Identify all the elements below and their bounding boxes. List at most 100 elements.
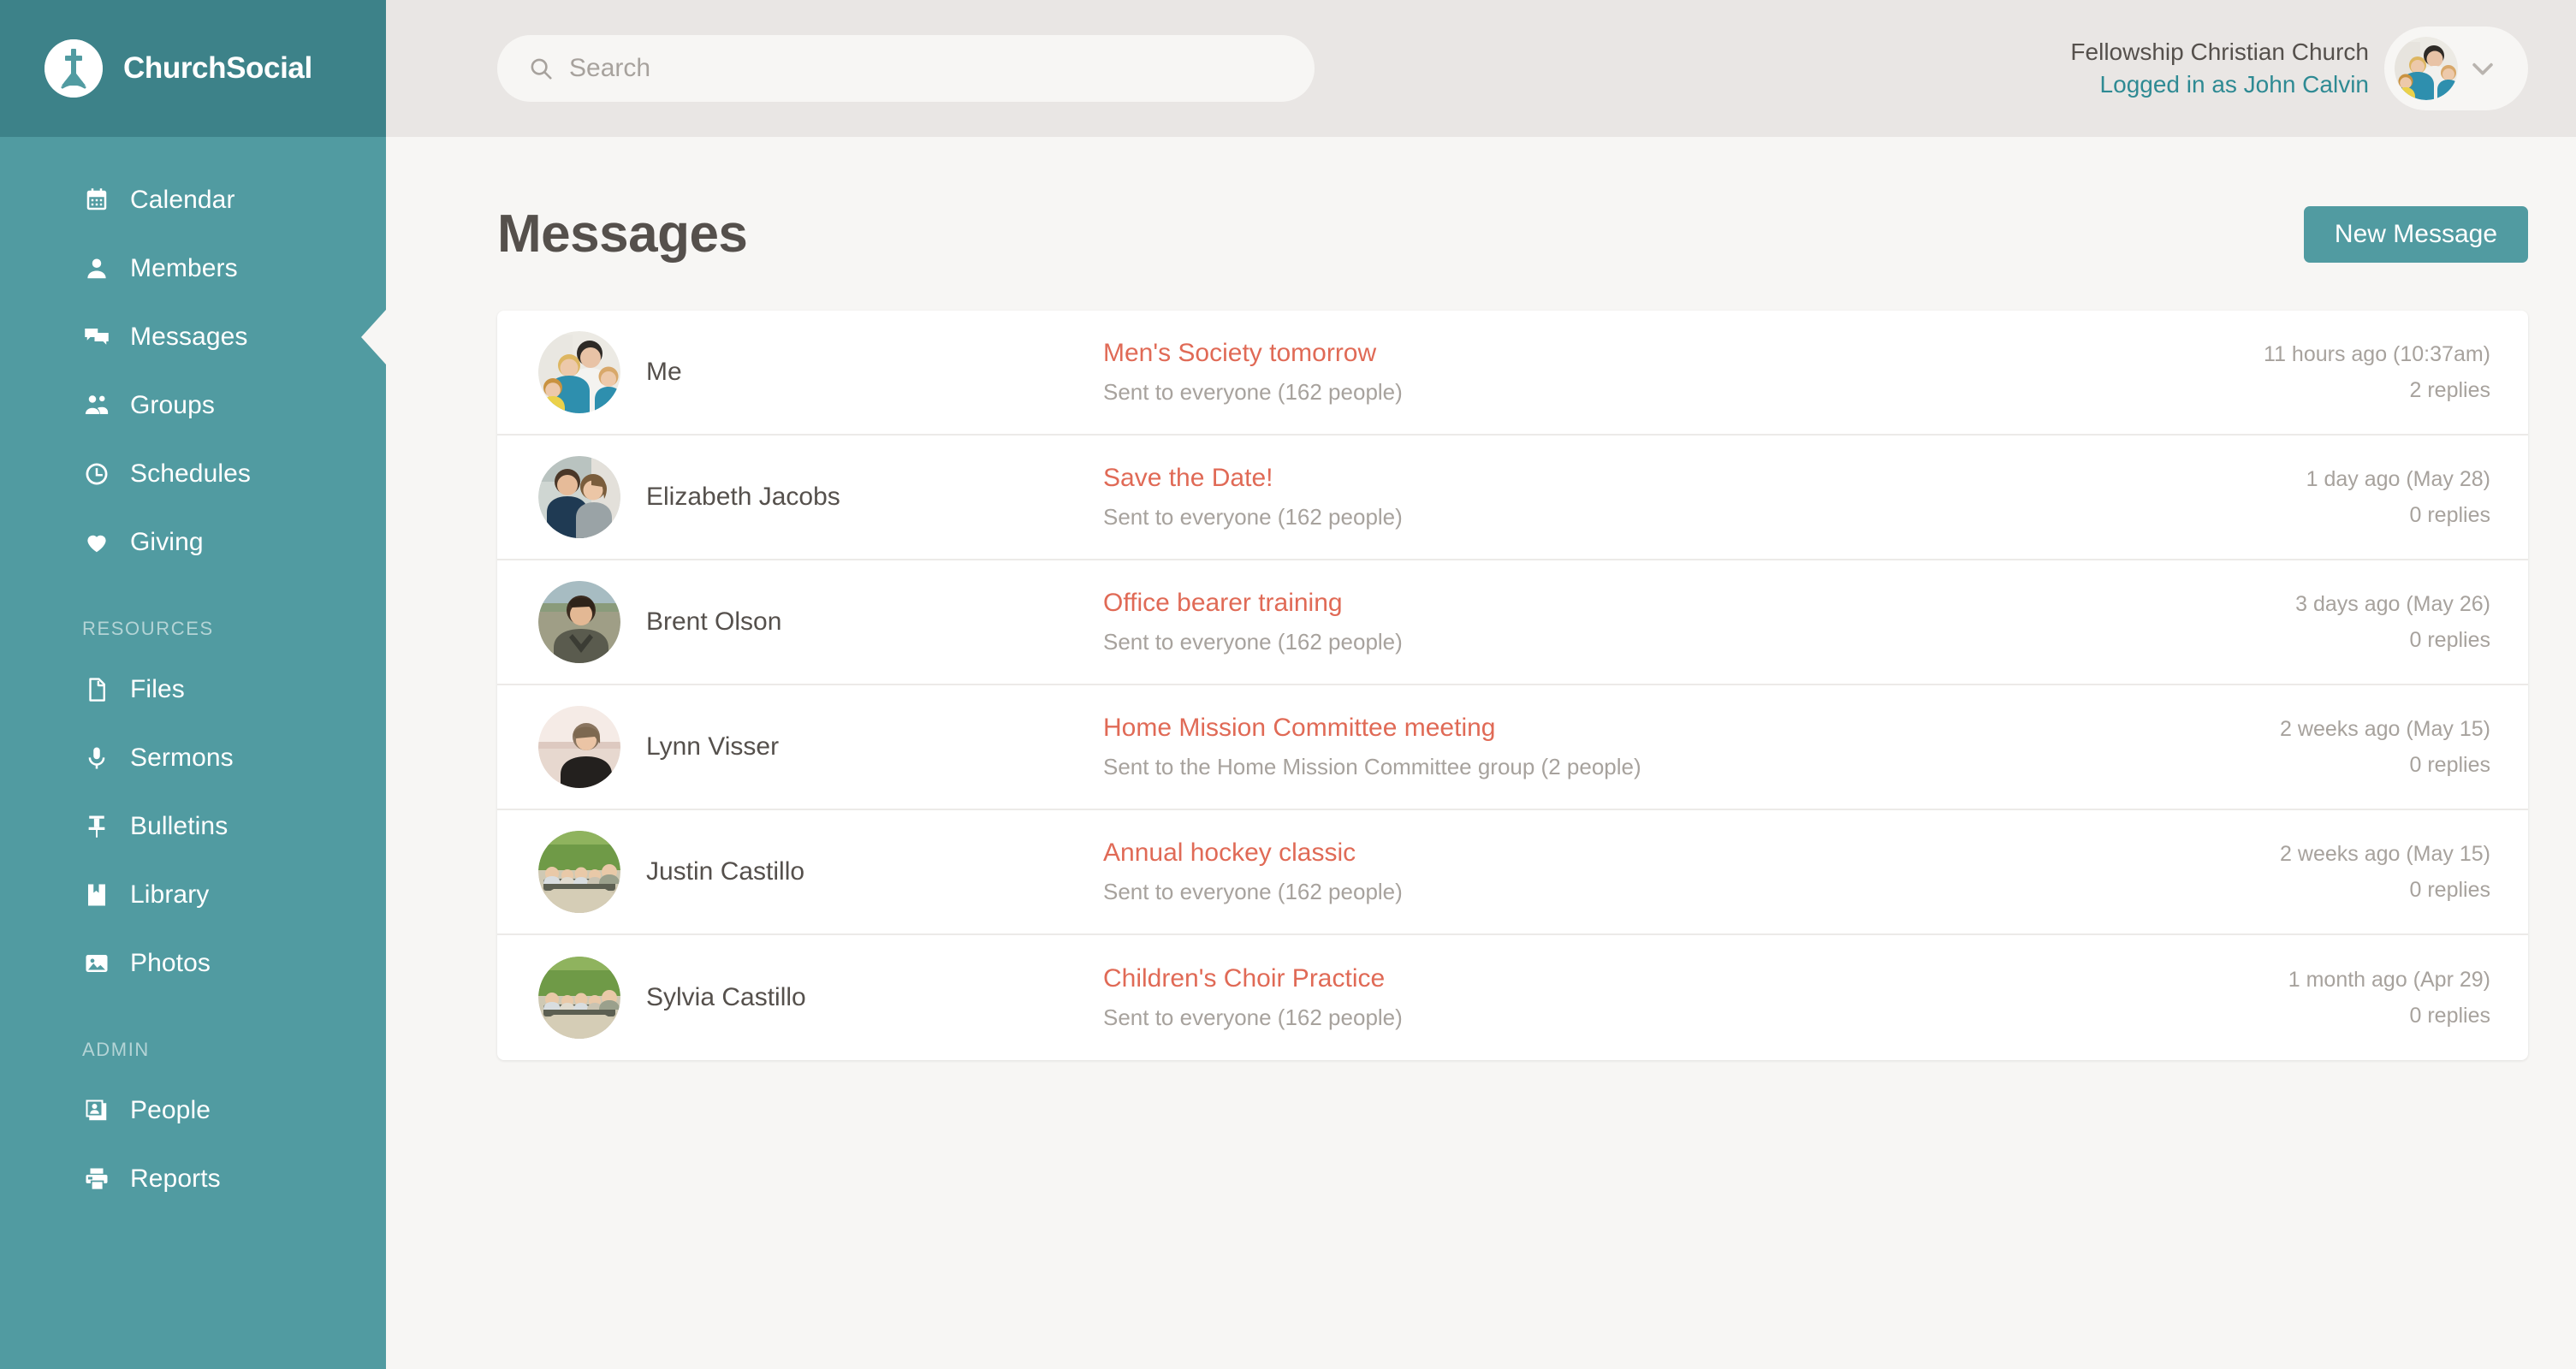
sidebar-item-label: Groups [130,391,215,419]
chevron-down-icon[interactable] [2468,54,2497,83]
message-recipients: Sent to everyone (162 people) [1103,629,1403,655]
sidebar-item-members[interactable]: Members [0,234,386,303]
sidebar-item-reports[interactable]: Reports [0,1145,386,1213]
sidebar-section-admin: ADMIN [82,1039,150,1060]
avatar [538,957,620,1039]
sidebar-item-messages[interactable]: Messages [0,303,386,371]
message-recipients: Sent to everyone (162 people) [1103,1005,1403,1030]
sidebar-item-schedules[interactable]: Schedules [0,440,386,508]
pushpin-icon [82,812,111,841]
message-timestamp: 2 weeks ago (May 15) [2280,716,2490,741]
sidebar-item-label: People [130,1096,211,1124]
sidebar-item-library[interactable]: Library [0,861,386,929]
church-name: Fellowship Christian Church [2070,39,2369,66]
message-sender: Brent Olson [538,581,1103,663]
message-reply-count: 0 replies [2409,1003,2491,1028]
file-icon [82,675,111,704]
message-reply-count: 2 replies [2409,377,2491,402]
sidebar-nav: Calendar Members Messages Groups Schedul… [0,137,386,1213]
message-row[interactable]: Lynn Visser Home Mission Committee meetin… [497,685,2528,810]
heart-icon [82,528,111,557]
book-icon [82,880,111,910]
message-subject[interactable]: Save the Date! [1103,464,2242,493]
church-cross-logo-icon [45,39,103,98]
people-group-icon [82,391,111,420]
message-subject[interactable]: Children's Choir Practice [1103,964,2242,993]
sidebar-item-files[interactable]: Files [0,655,386,724]
message-recipients: Sent to everyone (162 people) [1103,879,1403,904]
message-row[interactable]: Brent Olson Office bearer training Sent to… [497,560,2528,685]
main-area: Search Fellowship Christian Church Logge… [386,0,2576,1369]
sidebar-item-giving[interactable]: Giving [0,508,386,577]
avatar [2395,37,2458,100]
sidebar-item-label: Calendar [130,186,235,214]
user-menu-button[interactable] [2384,27,2528,110]
top-bar: Search Fellowship Christian Church Logge… [386,0,2576,137]
message-reply-count: 0 replies [2409,502,2491,527]
message-sender: Lynn Visser [538,706,1103,788]
sidebar-item-bulletins[interactable]: Bulletins [0,792,386,861]
message-sender: Elizabeth Jacobs [538,456,1103,538]
message-meta: 1 day ago (May 28) 0 replies [2242,467,2490,528]
message-timestamp: 11 hours ago (10:37am) [2264,341,2490,366]
app-root: ChurchSocial Calendar Members Messages G… [0,0,2576,1369]
sidebar-item-photos[interactable]: Photos [0,929,386,998]
avatar [538,331,620,413]
message-timestamp: 1 month ago (Apr 29) [2288,967,2490,992]
person-icon [82,254,111,283]
message-body: Men's Society tomorrow Sent to everyone (… [1103,339,2242,406]
sidebar-item-sermons[interactable]: Sermons [0,724,386,792]
message-row[interactable]: Me Men's Society tomorrow Sent to everyone… [497,311,2528,436]
message-meta: 11 hours ago (10:37am) 2 replies [2242,342,2490,403]
message-meta: 1 month ago (Apr 29) 0 replies [2242,968,2490,1028]
message-reply-count: 0 replies [2409,877,2491,902]
message-recipients: Sent to the Home Mission Committee group… [1103,754,1641,779]
sidebar-item-people[interactable]: People [0,1076,386,1145]
message-timestamp: 2 weeks ago (May 15) [2280,841,2490,866]
sidebar-section-resources: RESOURCES [82,618,214,639]
sidebar-item-label: Photos [130,949,211,977]
page-header: Messages New Message [497,204,2528,264]
message-subject[interactable]: Home Mission Committee meeting [1103,714,2242,743]
message-recipients: Sent to everyone (162 people) [1103,379,1403,405]
sender-name: Brent Olson [646,607,782,636]
message-body: Save the Date! Sent to everyone (162 peop… [1103,464,2242,530]
sidebar-item-label: Reports [130,1165,221,1193]
message-subject[interactable]: Annual hockey classic [1103,839,2242,868]
avatar [538,831,620,913]
message-row[interactable]: Justin Castillo Annual hockey classic Sent… [497,810,2528,935]
sidebar-item-label: Files [130,675,185,703]
message-body: Home Mission Committee meeting Sent to th… [1103,714,2242,780]
sidebar-item-label: Messages [130,323,248,351]
new-message-button[interactable]: New Message [2303,205,2528,263]
image-icon [82,949,111,978]
sender-name: Elizabeth Jacobs [646,483,840,511]
sidebar-item-groups[interactable]: Groups [0,371,386,440]
sidebar-item-label: Sermons [130,744,234,772]
id-card-icon [82,1096,111,1125]
message-body: Children's Choir Practice Sent to everyon… [1103,964,2242,1031]
message-row[interactable]: Sylvia Castillo Children's Choir Practice… [497,935,2528,1060]
microphone-icon [82,744,111,773]
user-menu[interactable]: Fellowship Christian Church Logged in as… [2070,27,2528,110]
logged-in-label[interactable]: Logged in as John Calvin [2070,68,2369,101]
user-text: Fellowship Christian Church Logged in as… [2070,36,2369,100]
search-input[interactable]: Search [497,35,1315,102]
message-reply-count: 0 replies [2409,627,2491,652]
brand-header[interactable]: ChurchSocial [0,0,386,137]
message-row[interactable]: Elizabeth Jacobs Save the Date! Sent to ev… [497,436,2528,560]
sender-name: Me [646,358,682,386]
sidebar-item-label: Schedules [130,459,251,488]
brand-name: ChurchSocial [123,51,312,85]
sidebar-item-calendar[interactable]: Calendar [0,166,386,234]
clock-icon [82,459,111,489]
message-timestamp: 1 day ago (May 28) [2306,466,2490,491]
message-subject[interactable]: Office bearer training [1103,589,2242,618]
search-placeholder: Search [569,54,651,82]
message-meta: 3 days ago (May 26) 0 replies [2242,592,2490,653]
message-sender: Justin Castillo [538,831,1103,913]
sidebar-item-label: Giving [130,528,204,556]
message-subject[interactable]: Men's Society tomorrow [1103,339,2242,368]
page-title: Messages [497,204,748,264]
sender-name: Lynn Visser [646,732,780,761]
